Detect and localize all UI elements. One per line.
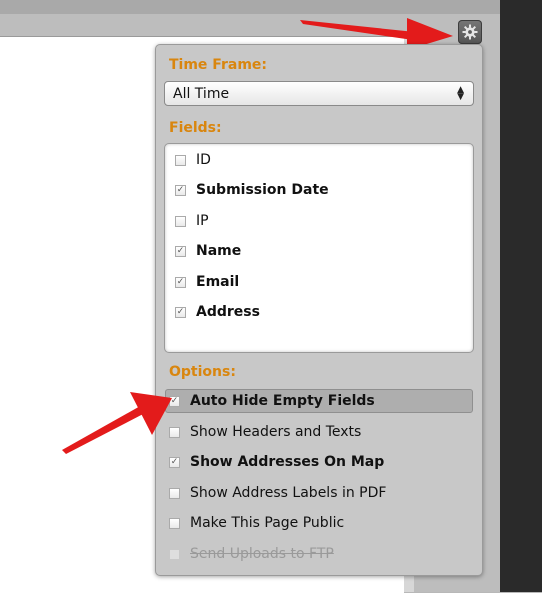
field-label: IP xyxy=(196,213,209,229)
option-label: Show Headers and Texts xyxy=(190,424,362,440)
time-frame-select[interactable]: All Time ▲ ▼ xyxy=(164,81,474,106)
field-label: Email xyxy=(196,274,240,290)
time-frame-label: Time Frame: xyxy=(169,57,268,73)
checkbox[interactable]: ✓ xyxy=(175,245,186,257)
checkmark-icon: ✓ xyxy=(176,184,185,195)
gear-icon xyxy=(462,24,478,40)
option-label: Send Uploads to FTP xyxy=(190,546,334,562)
checkmark-icon: ✓ xyxy=(176,306,185,317)
option-make-this-page-public[interactable]: Make This Page Public xyxy=(169,512,344,534)
time-frame-value: All Time xyxy=(173,86,230,102)
checkbox[interactable]: ✓ xyxy=(175,184,186,196)
field-item-submission-date[interactable]: ✓ Submission Date xyxy=(175,179,329,201)
checkbox[interactable]: ✓ xyxy=(175,276,186,288)
settings-panel: Time Frame: All Time ▲ ▼ Fields: ID ✓ Sub… xyxy=(155,44,483,576)
options-label: Options: xyxy=(169,364,236,380)
checkbox xyxy=(169,548,180,560)
field-label: Submission Date xyxy=(196,182,329,198)
option-label: Make This Page Public xyxy=(190,515,345,531)
checkmark-icon: ✓ xyxy=(170,456,179,467)
option-send-uploads-to-ftp: Send Uploads to FTP xyxy=(169,543,334,565)
field-item-ip[interactable]: IP xyxy=(175,210,209,232)
option-auto-hide-empty-fields[interactable]: ✓ Auto Hide Empty Fields xyxy=(169,390,375,412)
updown-caret-icon: ▲ ▼ xyxy=(457,85,464,102)
checkbox[interactable]: ✓ xyxy=(169,456,180,468)
checkmark-icon: ✓ xyxy=(176,245,185,256)
checkbox[interactable] xyxy=(169,517,180,529)
fields-label: Fields: xyxy=(169,120,222,136)
settings-button[interactable] xyxy=(458,20,482,44)
field-item-email[interactable]: ✓ Email xyxy=(175,271,239,293)
checkbox[interactable] xyxy=(175,215,186,227)
checkbox[interactable] xyxy=(175,154,186,166)
option-show-headers-and-texts[interactable]: Show Headers and Texts xyxy=(169,421,361,443)
option-show-addresses-on-map[interactable]: ✓ Show Addresses On Map xyxy=(169,451,384,473)
checkmark-icon: ✓ xyxy=(176,276,185,287)
field-item-name[interactable]: ✓ Name xyxy=(175,240,241,262)
side-panel-dark xyxy=(500,0,542,592)
checkbox[interactable] xyxy=(169,487,180,499)
option-show-address-labels-in-pdf[interactable]: Show Address Labels in PDF xyxy=(169,482,386,504)
option-label: Show Addresses On Map xyxy=(190,454,385,470)
field-label: Name xyxy=(196,243,242,259)
annotation-arrow-left xyxy=(62,392,172,454)
field-item-address[interactable]: ✓ Address xyxy=(175,301,260,323)
checkbox[interactable]: ✓ xyxy=(175,306,186,318)
field-label: Address xyxy=(196,304,260,320)
field-item-id[interactable]: ID xyxy=(175,149,211,171)
fields-list: ID ✓ Submission Date IP ✓ Name ✓ Email ✓… xyxy=(164,143,474,353)
option-label: Auto Hide Empty Fields xyxy=(190,393,375,409)
field-label: ID xyxy=(196,152,211,168)
option-label: Show Address Labels in PDF xyxy=(190,485,387,501)
